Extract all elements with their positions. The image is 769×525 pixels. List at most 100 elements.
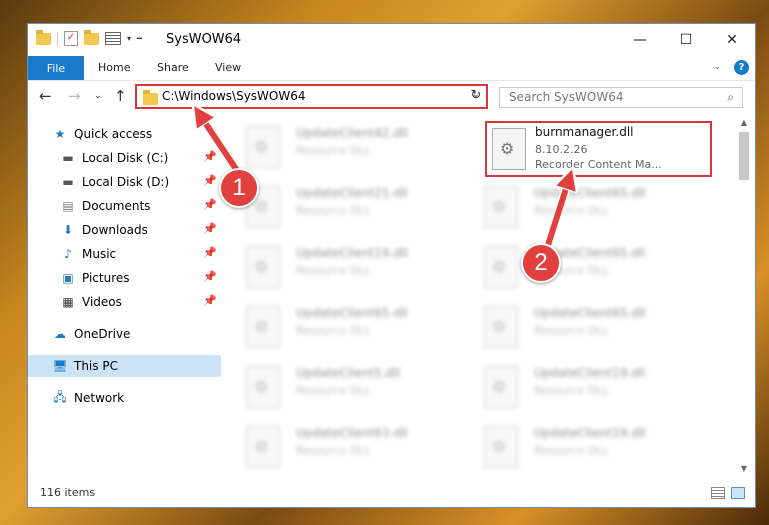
up-icon[interactable]: ↑ (114, 87, 127, 105)
pin-icon[interactable]: 📌 (203, 222, 217, 235)
close-button[interactable]: ✕ (709, 24, 755, 56)
sidebar-item-documents[interactable]: ▤ Documents 📌 (28, 195, 221, 217)
sidebar-item-onedrive[interactable]: ☁ OneDrive (28, 323, 221, 345)
file-name: UpdateClient42.dll (296, 126, 408, 140)
pin-icon[interactable]: 📌 (203, 174, 217, 187)
sidebar-item-label: This PC (74, 359, 118, 373)
dll-file-icon (246, 366, 280, 408)
sidebar-item-music[interactable]: ♪ Music 📌 (28, 243, 221, 265)
file-description: Resource DLL (296, 204, 371, 217)
dll-file-icon (484, 306, 518, 348)
tab-share[interactable]: Share (157, 61, 189, 74)
list-item[interactable]: UpdateClient65.dll Resource DLL (476, 242, 696, 292)
selected-file-burnmanager[interactable]: burnmanager.dll 8.10.2.26 Recorder Conte… (485, 121, 712, 177)
toolbar-dropdown-icon[interactable]: ━ (137, 34, 142, 43)
file-name: UpdateClient21.dll (296, 186, 408, 200)
refresh-icon[interactable]: ↻ (467, 88, 485, 106)
computer-icon: 🖥 (52, 359, 68, 373)
list-item[interactable]: UpdateClient19.dll Resource DLL (476, 362, 696, 412)
details-view-icon[interactable] (711, 487, 725, 499)
sidebar-item-local-disk-c[interactable]: ▬ Local Disk (C:) 📌 (28, 147, 221, 169)
dll-file-icon (246, 126, 280, 168)
item-count: 116 items (40, 486, 96, 499)
expand-ribbon-icon[interactable]: ⌄ (713, 62, 721, 72)
chevron-down-icon[interactable]: ▾ (127, 34, 131, 43)
list-item[interactable]: UpdateClient42.dll Resource DLL (238, 122, 458, 172)
file-description: Recorder Content Ma... (535, 158, 662, 171)
forward-icon[interactable]: → (68, 87, 81, 105)
tab-file[interactable]: File (28, 56, 84, 80)
list-item[interactable]: UpdateClient65.dll Resource DLL (238, 302, 458, 352)
document-icon: ▤ (62, 199, 74, 213)
dll-file-icon (484, 246, 518, 288)
file-description: Resource DLL (296, 384, 371, 397)
drive-icon: ▬ (62, 175, 74, 189)
file-name: UpdateClient65.dll (534, 186, 646, 200)
address-path[interactable]: C:\Windows\SysWOW64 (162, 89, 306, 103)
dll-file-icon (484, 366, 518, 408)
pin-icon[interactable]: 📌 (203, 150, 217, 163)
list-item[interactable]: UpdateClient5.dll Resource DLL (238, 362, 458, 412)
drive-icon: ▬ (62, 151, 74, 165)
dll-file-icon (246, 246, 280, 288)
scroll-thumb[interactable] (739, 132, 749, 180)
maximize-button[interactable]: ☐ (663, 24, 709, 56)
list-item[interactable]: UpdateClient65.dll Resource DLL (476, 182, 696, 232)
sidebar-item-downloads[interactable]: ⬇ Downloads 📌 (28, 219, 221, 241)
list-item[interactable]: UpdateClient63.dll Resource DLL (238, 422, 458, 472)
file-list: UpdateClient42.dll Resource DLL burnmana… (238, 116, 735, 476)
sidebar-item-local-disk-d[interactable]: ▬ Local Disk (D:) 📌 (28, 171, 221, 193)
sidebar-item-this-pc[interactable]: 🖥 This PC (28, 355, 221, 377)
back-icon[interactable]: ← (39, 87, 52, 105)
pin-icon[interactable]: 📌 (203, 246, 217, 259)
tab-view[interactable]: View (215, 61, 241, 74)
address-row: ← → ⌄ ↑ C:\Windows\SysWOW64 ⌄ ↻ Search S… (28, 81, 755, 113)
tiles-view-icon[interactable] (731, 487, 745, 499)
sidebar-item-label: Documents (82, 199, 151, 213)
download-icon: ⬇ (62, 223, 74, 237)
sidebar-item-label: Videos (82, 295, 122, 309)
file-name: UpdateClient5.dll (296, 366, 400, 380)
file-description: Resource DLL (296, 324, 371, 337)
dll-file-icon (492, 128, 526, 170)
vertical-scrollbar[interactable]: ▲ ▼ (737, 116, 751, 476)
file-name: UpdateClient65.dll (534, 306, 646, 320)
list-item[interactable]: UpdateClient19.dll Resource DLL (238, 242, 458, 292)
ribbon-tabs: File Home Share View ⌄ ? (28, 56, 755, 81)
scroll-up-icon[interactable]: ▲ (737, 116, 751, 130)
address-bar[interactable]: C:\Windows\SysWOW64 ⌄ (135, 84, 488, 109)
sidebar-item-label: Quick access (74, 127, 153, 141)
sidebar-item-label: Pictures (82, 271, 130, 285)
dll-file-icon (246, 426, 280, 468)
help-icon[interactable]: ? (734, 60, 749, 75)
list-item[interactable]: UpdateClient19.dll Resource DLL (476, 422, 696, 472)
sidebar-item-label: Music (82, 247, 117, 261)
search-input[interactable]: Search SysWOW64 ⌕ (499, 87, 743, 108)
sidebar-item-videos[interactable]: ▦ Videos 📌 (28, 291, 221, 313)
network-icon: 🖧 (53, 389, 67, 404)
properties-check-icon[interactable]: ✓ (64, 31, 78, 46)
dll-file-icon (246, 306, 280, 348)
recent-locations-icon[interactable]: ⌄ (94, 91, 102, 101)
sidebar-item-quick-access[interactable]: ★ Quick access (28, 123, 221, 145)
list-item[interactable]: UpdateClient65.dll Resource DLL (476, 302, 696, 352)
pin-icon[interactable]: 📌 (203, 270, 217, 283)
sidebar-item-network[interactable]: 🖧 Network (28, 387, 221, 409)
search-icon[interactable]: ⌕ (727, 90, 734, 105)
scroll-down-icon[interactable]: ▼ (737, 462, 751, 476)
list-item[interactable]: UpdateClient21.dll Resource DLL (238, 182, 458, 232)
customize-icon[interactable] (105, 32, 121, 45)
new-folder-icon[interactable] (84, 29, 99, 45)
pin-icon[interactable]: 📌 (203, 198, 217, 211)
search-placeholder: Search SysWOW64 (509, 90, 624, 104)
minimize-button[interactable]: — (617, 24, 663, 56)
sidebar-item-pictures[interactable]: ▣ Pictures 📌 (28, 267, 221, 289)
dll-file-icon (484, 186, 518, 228)
file-description: Resource DLL (296, 264, 371, 277)
pin-icon[interactable]: 📌 (203, 294, 217, 307)
sidebar-item-label: OneDrive (74, 327, 131, 341)
tab-home[interactable]: Home (98, 61, 130, 74)
quick-access-toolbar: ✓ ▾ ━ (36, 29, 142, 46)
toolbar-divider (57, 31, 58, 46)
file-description: Resource DLL (296, 144, 371, 157)
